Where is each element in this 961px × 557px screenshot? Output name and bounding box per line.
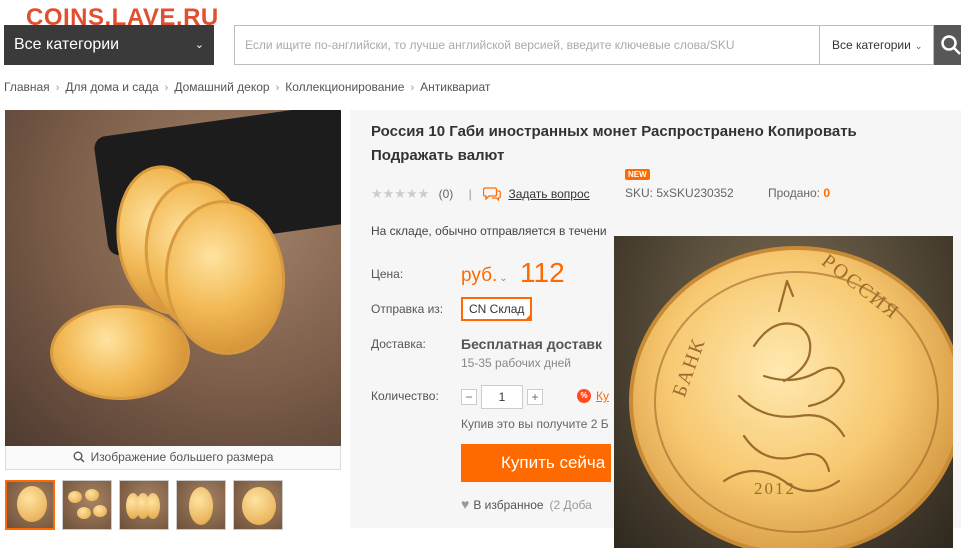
thumbnail-2[interactable]	[62, 480, 112, 530]
ask-question-link[interactable]: Задать вопрос	[508, 187, 589, 201]
all-categories-label: Все категории	[14, 36, 120, 53]
product-main-image[interactable]	[5, 110, 341, 446]
thumbnail-4[interactable]	[176, 480, 226, 530]
enlarge-image-label: Изображение большего размера	[90, 450, 274, 464]
thumbnail-strip	[5, 480, 283, 530]
breadcrumb-separator-icon: ›	[275, 82, 280, 94]
coin-shape	[93, 505, 107, 517]
quantity-increase-button[interactable]: +	[527, 389, 543, 405]
coin-shape	[85, 489, 99, 501]
search-icon	[941, 35, 961, 55]
chevron-down-icon: ⌄	[914, 41, 923, 51]
heart-icon: ♥	[461, 496, 470, 512]
coin-lettering: 2012	[754, 479, 796, 498]
thumbnail-1[interactable]	[5, 480, 55, 530]
chevron-down-icon: ⌄	[499, 273, 508, 284]
price-label: Цена:	[371, 267, 404, 281]
wishlist-count: (2 Доба	[549, 498, 592, 512]
chat-bubble-icon	[482, 187, 501, 202]
breadcrumb-separator-icon: ›	[410, 82, 415, 94]
price-value: 112	[520, 257, 565, 288]
stock-status: На складе, обычно отправляется в течени	[371, 224, 607, 238]
add-to-wishlist-button[interactable]: ♥ В избранное (2 Доба	[461, 496, 592, 512]
ship-from-label: Отправка из:	[371, 302, 444, 316]
coin-shape	[77, 507, 91, 519]
sold-count: Продано: 0	[768, 186, 830, 200]
coin-shape	[68, 491, 82, 503]
breadcrumb-link-collecting[interactable]: Коллекционирование	[285, 80, 404, 94]
coin-shape	[189, 487, 213, 525]
magnifier-icon	[73, 451, 85, 463]
ship-from-value: CN Склад	[469, 302, 525, 316]
breadcrumb-link-home[interactable]: Главная	[4, 80, 50, 94]
thumbnail-3[interactable]	[119, 480, 169, 530]
sold-value: 0	[823, 186, 831, 200]
search-button[interactable]	[934, 25, 961, 65]
enlarge-image-button[interactable]: Изображение большего размера	[5, 446, 341, 470]
coin-shape	[242, 487, 276, 525]
thumbnail-5[interactable]	[233, 480, 283, 530]
search-category-label: Все категории	[832, 38, 911, 52]
wishlist-label: В избранное	[473, 498, 544, 512]
buy-now-button[interactable]: Купить сейча	[461, 444, 611, 482]
breadcrumb: Главная › Для дома и сада › Домашний декор › К…	[4, 80, 490, 94]
zoom-preview-image: РОССИЯ БАНК 2012	[614, 236, 953, 548]
coin-shape	[146, 493, 160, 519]
breadcrumb-link-antiques[interactable]: Антиквариат	[420, 80, 490, 94]
delivery-value[interactable]: Бесплатная доставк	[461, 336, 602, 352]
points-note: Купив это вы получите 2 Б	[461, 417, 609, 431]
new-badge: NEW	[625, 169, 650, 180]
sku-text: SKU: 5xSKU230352	[625, 186, 734, 200]
currency-select[interactable]: руб. ⌄	[461, 265, 514, 287]
st-george-emblem-icon	[722, 279, 846, 493]
quantity-input[interactable]: 1	[481, 385, 523, 409]
product-title: Россия 10 Габи иностранных монет Распрос…	[371, 123, 857, 164]
breadcrumb-link-home-garden[interactable]: Для дома и сада	[65, 80, 158, 94]
currency-label: руб.	[461, 265, 498, 286]
breadcrumb-separator-icon: ›	[164, 82, 169, 94]
coupon-icon: %	[577, 389, 591, 403]
search-category-select[interactable]: Все категории ⌄	[819, 25, 934, 65]
rating-count[interactable]: (0)	[439, 187, 454, 201]
coin-shape	[17, 486, 47, 522]
rating-row: ★★★★★ (0) | Задать вопрос	[371, 186, 590, 202]
delivery-label: Доставка:	[371, 337, 426, 351]
search-input[interactable]: Если ищите по-английски, то лучше англий…	[234, 25, 819, 65]
coupon-link[interactable]: Ку	[596, 389, 609, 403]
quantity-label: Количество:	[371, 389, 439, 403]
coin-shape	[50, 305, 190, 400]
sold-label: Продано:	[768, 186, 821, 200]
quantity-decrease-button[interactable]: −	[461, 389, 477, 405]
rating-divider: |	[468, 187, 472, 201]
breadcrumb-separator-icon: ›	[55, 82, 60, 94]
rating-stars-icon[interactable]: ★★★★★	[371, 186, 429, 201]
breadcrumb-link-home-decor[interactable]: Домашний декор	[174, 80, 269, 94]
site-watermark: COINS.LAVE.RU	[26, 4, 219, 31]
delivery-days: 15-35 рабочих дней	[461, 356, 571, 370]
selected-corner-icon	[524, 313, 533, 321]
ship-from-option[interactable]: CN Склад	[461, 297, 533, 321]
quantity-stepper: − 1 +	[461, 385, 543, 409]
